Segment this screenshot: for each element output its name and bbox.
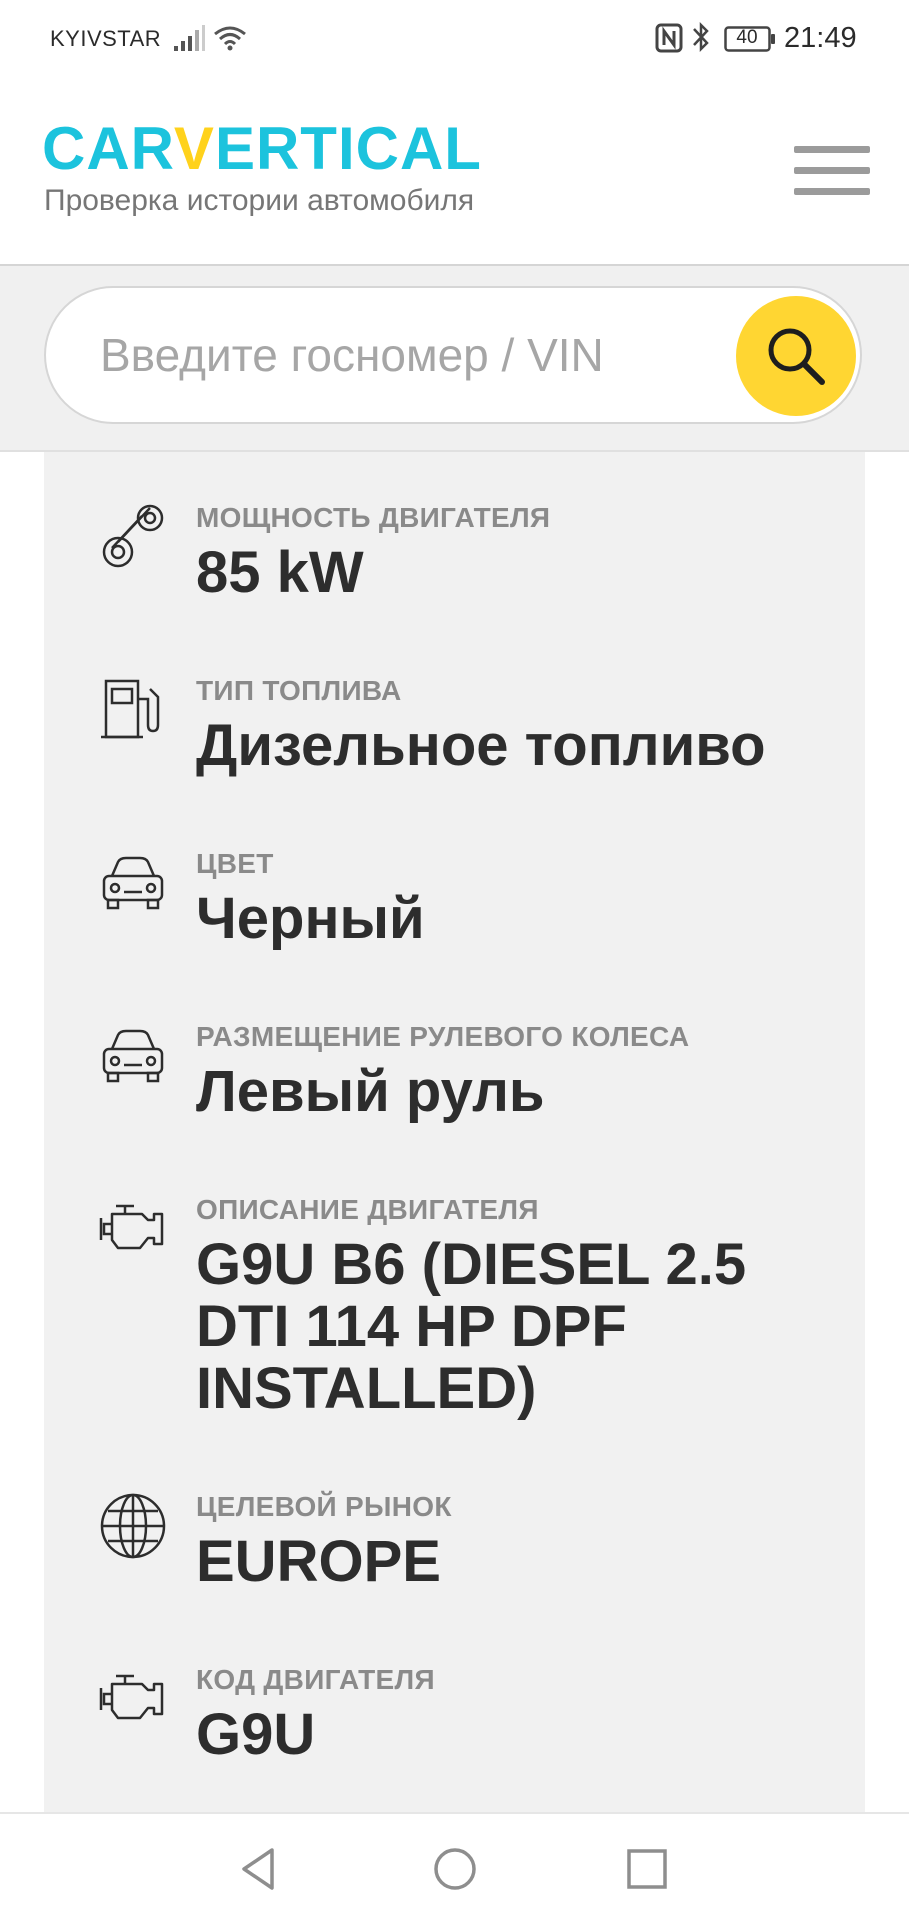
detail-value: Дизельное топливо	[196, 713, 766, 778]
logo-v-mark: V	[173, 115, 215, 182]
detail-label: МОЩНОСТЬ ДВИГАТЕЛЯ	[196, 502, 551, 533]
detail-label: ЦВЕТ	[196, 848, 274, 879]
carrier-name: KYIVSTAR	[50, 26, 162, 51]
car-front-icon	[102, 1029, 164, 1083]
system-nav-bar	[0, 1812, 909, 1922]
clock: 21:49	[784, 22, 857, 54]
detail-label: ОПИСАНИЕ ДВИГАТЕЛЯ	[196, 1194, 539, 1225]
site-header: CARVERTICAL Проверка истории автомобиля	[0, 78, 909, 266]
detail-label: РАЗМЕЩЕНИЕ РУЛЕВОГО КОЛЕСА	[196, 1021, 690, 1052]
search-input[interactable]	[98, 322, 722, 388]
bluetooth-icon	[693, 21, 709, 53]
engine-belt-icon	[102, 504, 164, 568]
search-band	[0, 266, 909, 452]
car-front-icon	[102, 856, 164, 910]
detail-value: Левый руль	[196, 1059, 545, 1124]
home-circle-icon[interactable]	[430, 1844, 480, 1894]
detail-label: КОД ДВИГАТЕЛЯ	[196, 1664, 435, 1695]
recents-square-icon[interactable]	[622, 1844, 672, 1894]
tagline: Проверка истории автомобиля	[44, 184, 475, 217]
detail-value: Черный	[196, 886, 425, 951]
logo-left-text: CAR	[42, 115, 174, 182]
globe-icon	[100, 1493, 166, 1559]
status-bar: KYIVSTAR 40 21:49	[0, 0, 909, 78]
wifi-icon	[214, 26, 246, 51]
detail-label: ЦЕЛЕВОЙ РЫНОК	[196, 1491, 452, 1522]
signal-icon	[174, 25, 205, 51]
carvertical-logo[interactable]: CARVERTICAL	[42, 114, 482, 184]
nfc-icon	[655, 23, 683, 53]
fuel-pump-icon	[101, 679, 160, 739]
search-icon	[768, 328, 825, 385]
engine-icon	[99, 1204, 164, 1250]
detail-value: 85 kW	[196, 540, 364, 605]
logo-right-text: ERTICAL	[214, 115, 482, 182]
detail-value: EUROPE	[196, 1529, 441, 1594]
detail-value: G9U	[196, 1702, 316, 1767]
search-button[interactable]	[736, 296, 856, 416]
search-box	[44, 286, 862, 424]
detail-label: ТИП ТОПЛИВА	[196, 675, 402, 706]
hamburger-menu-icon[interactable]	[794, 144, 870, 198]
battery-level: 40	[736, 27, 758, 48]
detail-value: G9U B6 (DIESEL 2.5 DTI 114 HP DPF INSTAL…	[196, 1232, 747, 1421]
engine-icon	[99, 1674, 164, 1720]
vehicle-details-card: МОЩНОСТЬ ДВИГАТЕЛЯ 85 kW ТИП ТОПЛИВА Диз…	[44, 452, 865, 1812]
back-triangle-icon[interactable]	[234, 1844, 284, 1894]
